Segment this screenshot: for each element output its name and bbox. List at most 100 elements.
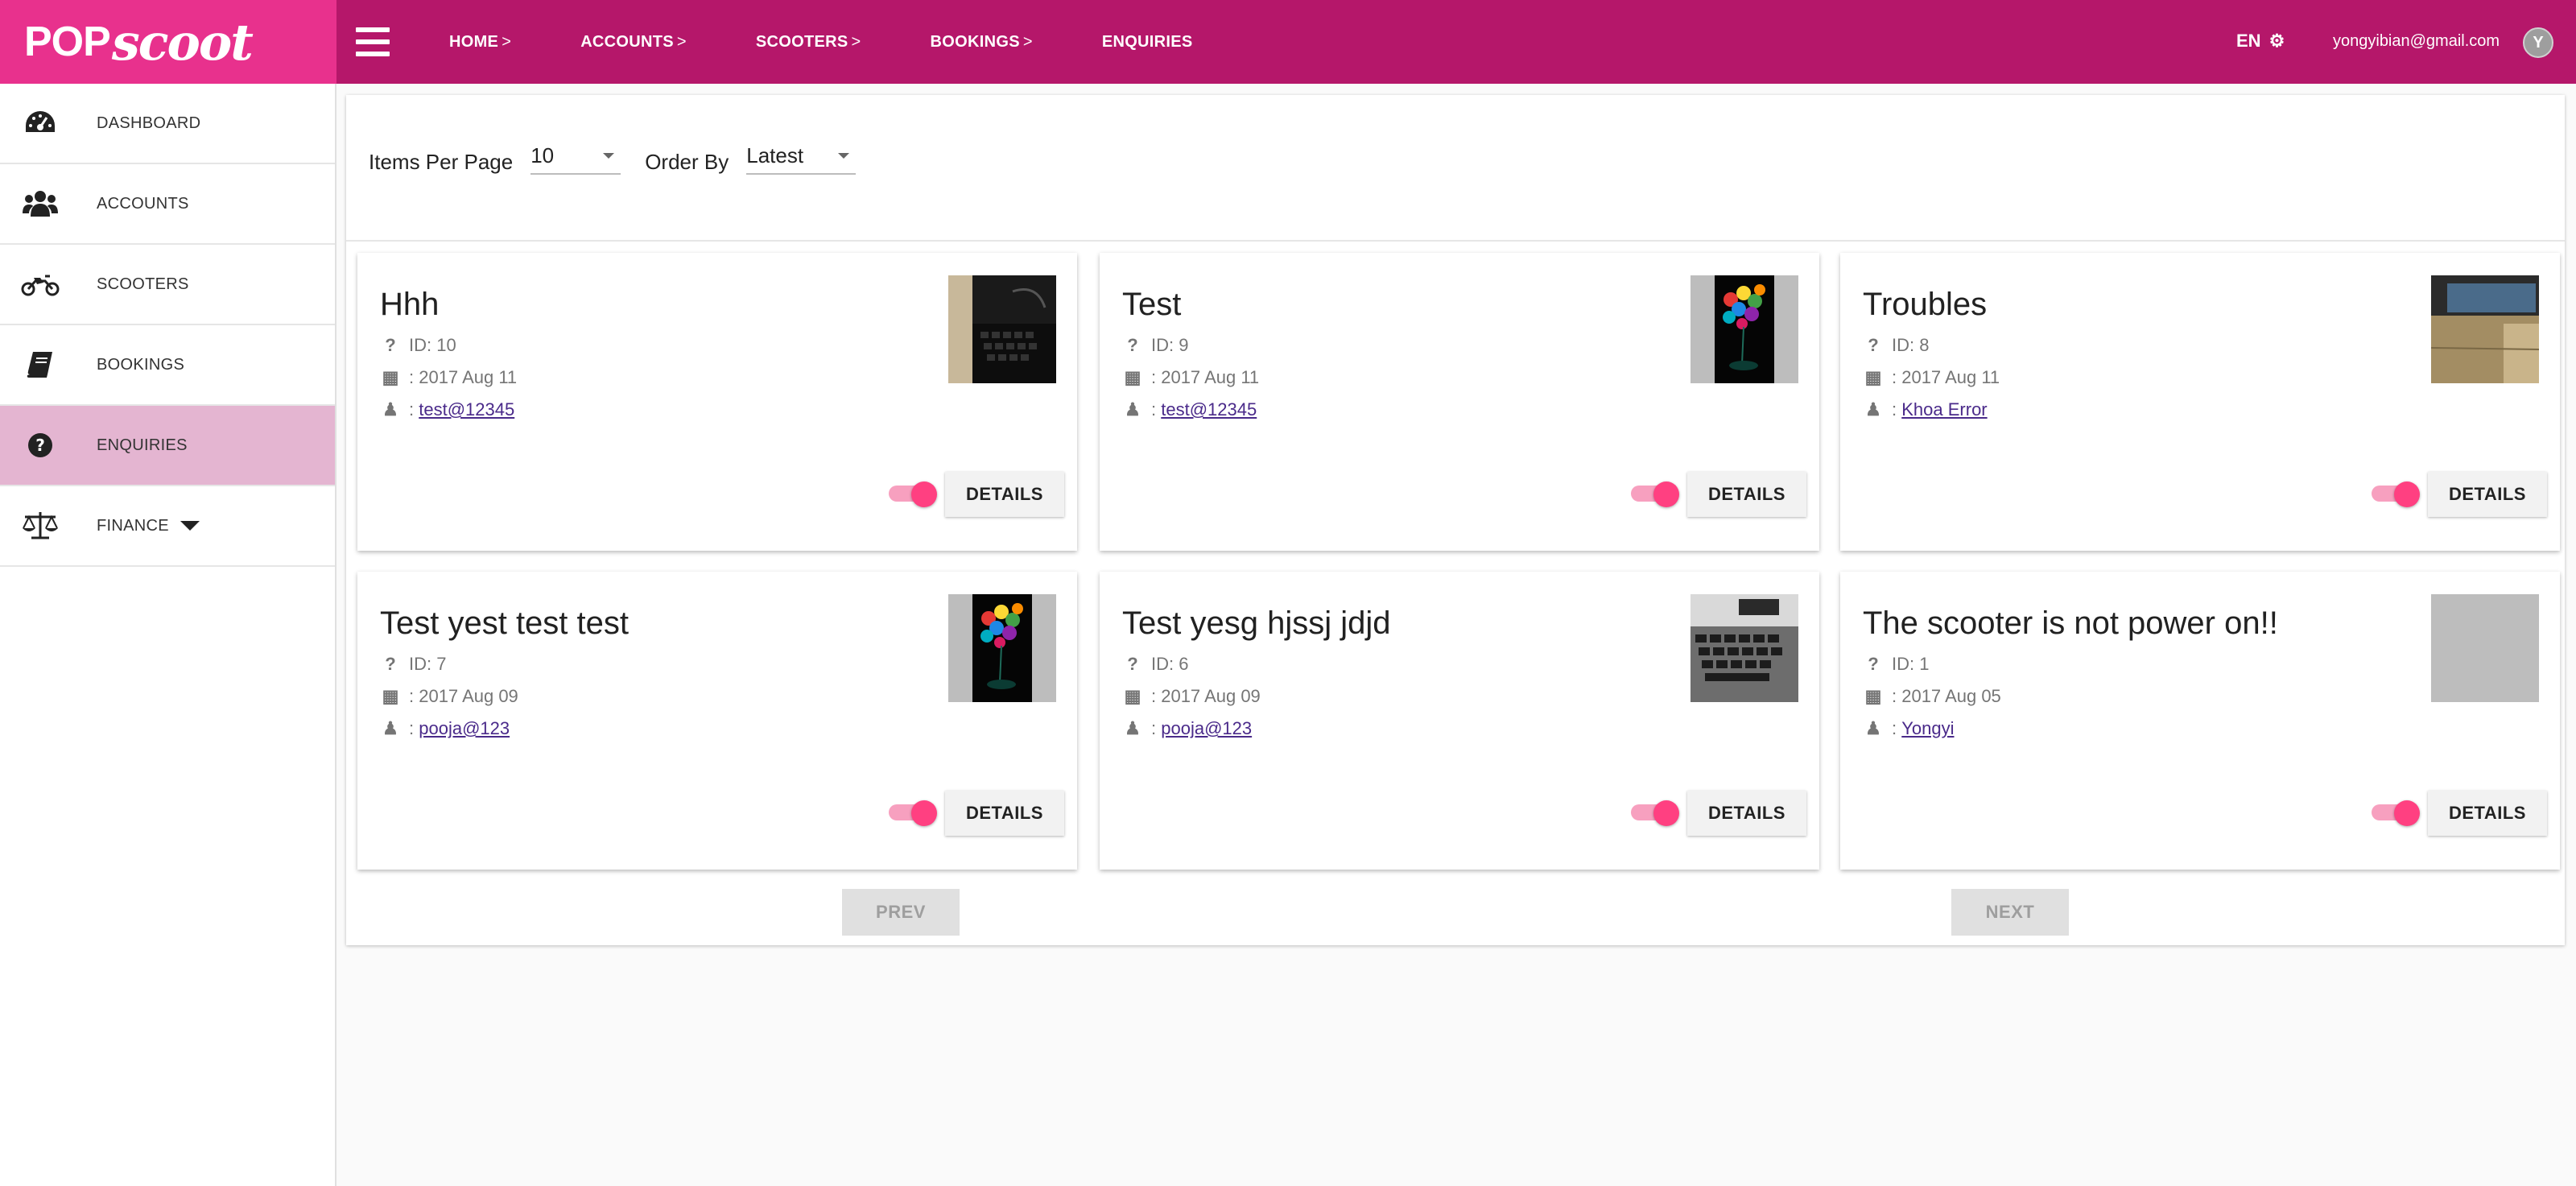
gear-icon: ⚙ [2268,31,2285,51]
enquiry-id: ? ID: 8 [1864,335,1929,356]
user-link[interactable]: pooja@123 [419,718,510,739]
enabled-toggle[interactable] [889,481,937,507]
order-by-value: Latest [746,143,804,167]
enquiry-card: The scooter is not power on!! ? ID: 1 ▦: … [1840,572,2560,870]
caret-down-icon[interactable] [180,521,200,531]
enquiry-card: Test ? ID: 9 ▦: 2017 Aug 11 ♟: test@12345… [1100,253,1819,551]
enquiry-card: Test yesg hjssj jdjd ? ID: 6 ▦: 2017 Aug … [1100,572,1819,870]
enquiry-date: ▦: 2017 Aug 09 [1124,686,1261,706]
enabled-toggle[interactable] [2372,481,2420,507]
enquiry-date: ▦: 2017 Aug 11 [382,367,518,387]
question-icon: ? [385,654,396,674]
items-per-page-label: Items Per Page [369,150,514,174]
details-button[interactable]: DETAILS [945,472,1064,517]
user-email[interactable]: yongyibian@gmail.com [2333,32,2500,51]
question-circle-icon: ? [21,426,60,465]
sidebar-item-label: DASHBOARD [97,114,201,132]
calendar-icon: ▦ [382,686,399,706]
brand-logo[interactable]: POP scoot [0,0,336,84]
avatar[interactable]: Y [2523,27,2553,58]
user-link[interactable]: test@12345 [1161,399,1257,420]
enquiry-title: Test yest test test [380,605,630,641]
items-per-page-select[interactable]: 10 [530,143,621,175]
enquiry-thumbnail [948,594,1056,702]
enabled-toggle[interactable] [2372,800,2420,826]
details-button[interactable]: DETAILS [2428,472,2547,517]
question-icon: ? [1127,335,1138,355]
enquiry-card: Test yest test test ? ID: 7 ▦: 2017 Aug 0… [357,572,1077,870]
enquiry-date: ▦: 2017 Aug 11 [1124,367,1260,387]
sidebar-item-accounts[interactable]: ACCOUNTS [0,164,335,245]
calendar-icon: ▦ [1864,686,1882,706]
user-link[interactable]: Yongyi [1901,718,1954,739]
user-link[interactable]: Khoa Error [1901,399,1987,420]
enquiry-id: ? ID: 7 [382,654,446,675]
logo-scoot-text: scoot [111,12,254,72]
user-icon: ♟ [382,718,398,738]
question-icon: ? [1868,654,1879,674]
menu-toggle-icon[interactable] [356,27,390,56]
enquiry-title: Hhh [380,287,440,322]
enquiry-user: ♟: pooja@123 [382,718,510,739]
sidebar-item-label: BOOKINGS [97,355,185,374]
filter-bar: Items Per Page 10 Order By Latest [369,143,857,175]
sidebar-item-finance[interactable]: FINANCE [0,486,335,567]
enabled-toggle[interactable] [889,800,937,826]
enquiry-thumbnail-placeholder [2431,594,2539,702]
user-link[interactable]: test@12345 [419,399,514,420]
details-button[interactable]: DETAILS [1687,472,1806,517]
nav-bookings[interactable]: BOOKINGS > [931,33,1033,52]
prev-page-button[interactable]: PREV [842,889,960,936]
order-by-select[interactable]: Latest [746,143,857,175]
dropdown-arrow-icon [603,153,615,159]
enquiry-id: ? ID: 10 [382,335,456,356]
question-icon: ? [1127,654,1138,674]
user-icon: ♟ [1865,399,1881,419]
enquiry-title: Troubles [1863,287,1988,322]
enquiry-title: Test yesg hjssj jdjd [1122,605,1391,641]
nav-enquiries[interactable]: ENQUIRIES [1102,33,1193,52]
sidebar-item-label: SCOOTERS [97,275,189,293]
divider [346,240,2565,242]
enquiry-user: ♟: test@12345 [382,399,515,420]
user-link[interactable]: pooja@123 [1161,718,1252,739]
sidebar-item-label: FINANCE [97,516,169,535]
sidebar-item-scooters[interactable]: SCOOTERS [0,245,335,325]
details-button[interactable]: DETAILS [945,791,1064,836]
sidebar-item-label: ENQUIRIES [97,436,188,454]
enquiry-date: ▦: 2017 Aug 11 [1864,367,2000,387]
enquiry-user: ♟: Khoa Error [1865,399,1988,420]
question-icon: ? [385,335,396,355]
user-icon: ♟ [1125,399,1141,419]
sidebar-item-label: ACCOUNTS [97,194,189,213]
sidebar-item-enquiries[interactable]: ? ENQUIRIES [0,406,335,486]
enquiry-card: Troubles ? ID: 8 ▦: 2017 Aug 11 ♟: Khoa E… [1840,253,2560,551]
question-icon: ? [1868,335,1879,355]
sidebar-item-bookings[interactable]: BOOKINGS [0,325,335,406]
top-navigation: HOME > ACCOUNTS > SCOOTERS > BOOKINGS > ENQU… [449,0,1262,84]
enquiry-id: ? ID: 6 [1124,654,1188,675]
language-label: EN [2236,31,2261,51]
top-bar: POP scoot HOME > ACCOUNTS > SCOOTERS > BOOKI… [0,0,2576,84]
enquiry-id: ? ID: 1 [1864,654,1929,675]
language-selector[interactable]: EN ⚙ [2236,31,2285,52]
calendar-icon: ▦ [1124,367,1141,387]
order-by-label: Order By [645,150,729,174]
logo-pop-text: POP [24,19,111,65]
calendar-icon: ▦ [382,367,399,387]
user-icon: ♟ [1865,718,1881,738]
enquiry-user: ♟: Yongyi [1865,718,1955,739]
details-button[interactable]: DETAILS [2428,791,2547,836]
enquiry-title: Test [1122,287,1182,322]
next-page-button[interactable]: NEXT [1951,889,2069,936]
nav-home[interactable]: HOME > [449,33,511,52]
enquiry-id: ? ID: 9 [1124,335,1188,356]
enabled-toggle[interactable] [1631,481,1679,507]
nav-accounts[interactable]: ACCOUNTS > [580,33,687,52]
calendar-icon: ▦ [1124,686,1141,706]
enabled-toggle[interactable] [1631,800,1679,826]
sidebar-item-dashboard[interactable]: DASHBOARD [0,84,335,164]
nav-scooters[interactable]: SCOOTERS > [756,33,861,52]
details-button[interactable]: DETAILS [1687,791,1806,836]
enquiry-thumbnail [1690,594,1798,702]
